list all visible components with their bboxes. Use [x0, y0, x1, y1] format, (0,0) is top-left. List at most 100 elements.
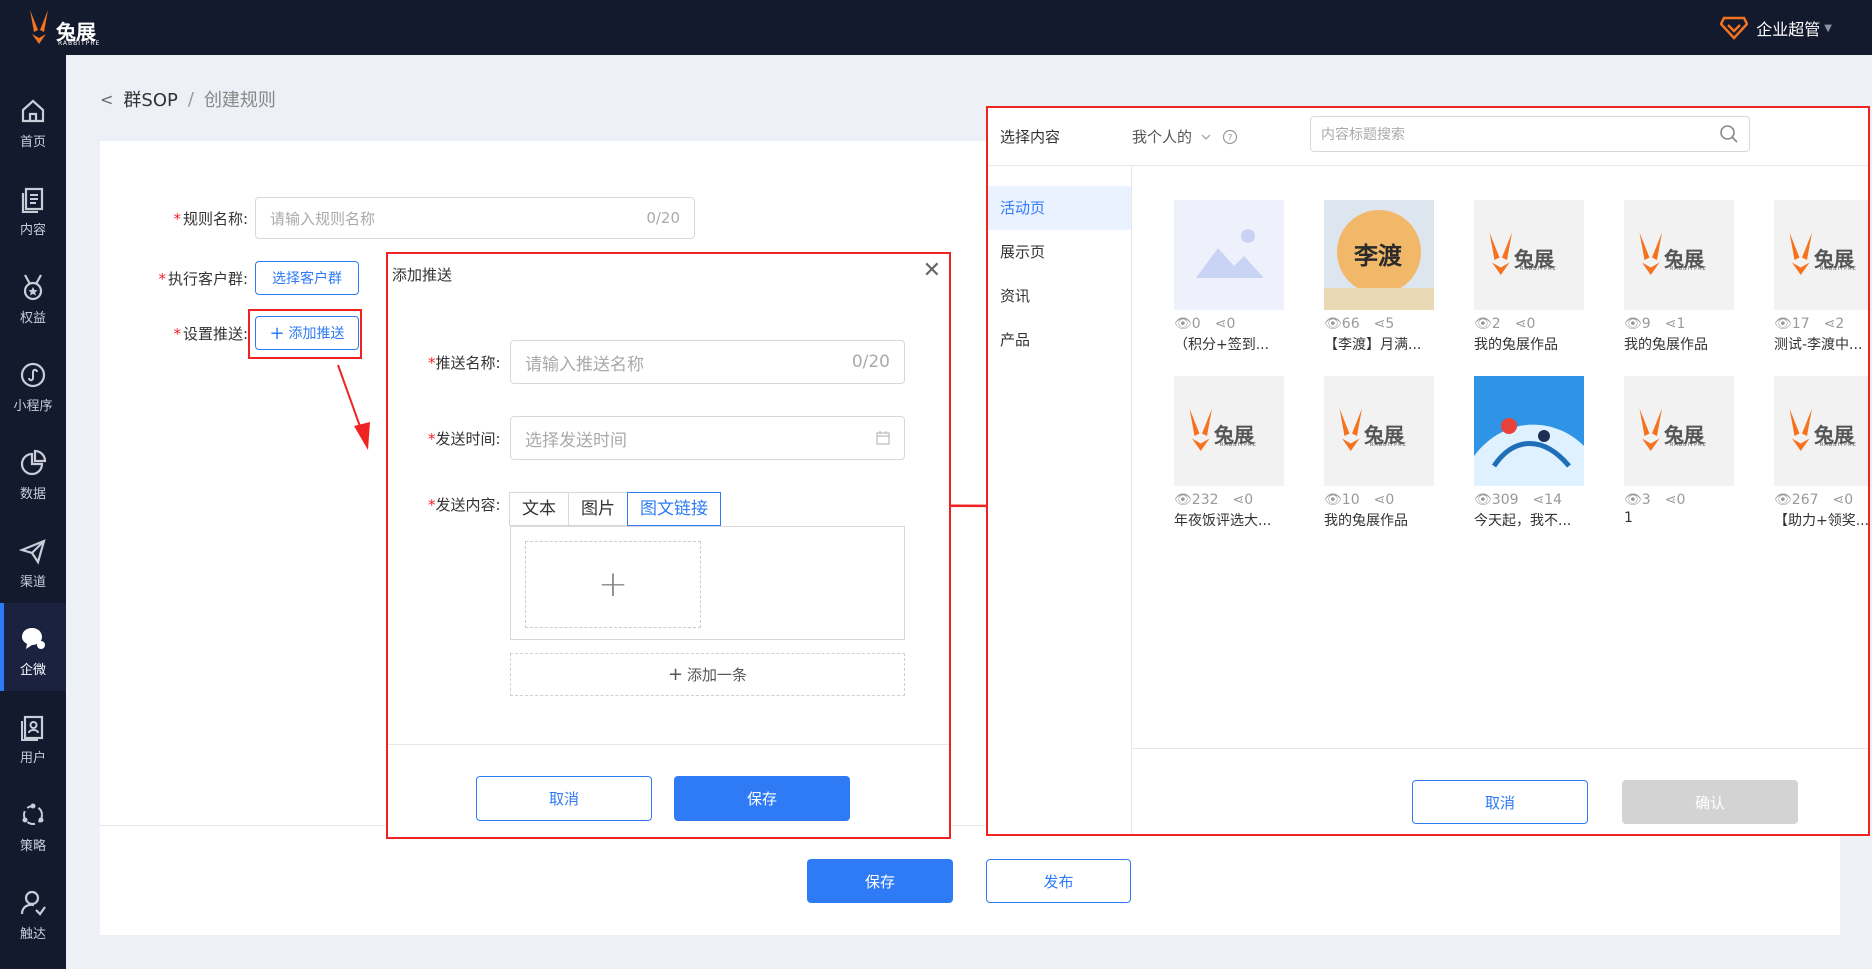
thumbnail-caption: 李渡 [1354, 241, 1402, 270]
add-one-label: 添加一条 [687, 666, 748, 684]
content-card[interactable]: 兔展 RABBITPRE 👁 2 ⋖ 0 我的兔展作品 [1474, 200, 1604, 354]
plus-icon: + [667, 664, 684, 685]
back-chevron-icon[interactable]: < [100, 90, 113, 109]
share-count: ⋖ 5 [1373, 316, 1395, 332]
annotation-highlight-box [248, 309, 362, 359]
diamond-icon [1720, 16, 1749, 40]
sidebar-item-content[interactable]: 内容 [0, 163, 66, 251]
tab-text[interactable]: 文本 [509, 492, 569, 526]
view-count: 👁 17 [1774, 316, 1810, 332]
sidebar-item-label: 内容 [19, 223, 46, 238]
view-count: 👁 66 [1324, 316, 1360, 332]
tab-image-text-link[interactable]: 图文链接 [627, 492, 721, 526]
sidebar-item-label: 策略 [19, 839, 46, 854]
view-count: 👁 232 [1174, 492, 1219, 508]
share-count: ⋖ 1 [1664, 316, 1686, 332]
share-count: ⋖ 0 [1664, 492, 1686, 508]
content-title: 今天起，我不... [1474, 513, 1572, 529]
view-count: 👁 309 [1474, 492, 1519, 508]
send-time-picker[interactable]: 选择发送时间 [510, 416, 905, 460]
rule-name-input[interactable]: 请输入规则名称 0/20 [255, 197, 695, 239]
sidebar-item-strategy[interactable]: 策略 [0, 779, 66, 867]
save-rule-button[interactable]: 保存 [807, 859, 953, 903]
owner-filter-dropdown[interactable]: 我个人的 ? [1132, 126, 1238, 147]
cancel-button[interactable]: 取消 [476, 776, 652, 821]
share-icon: ⋖ [1373, 316, 1386, 332]
eye-icon: 👁 [1774, 492, 1792, 508]
content-card[interactable]: 兔展 RABBITPRE 👁 232 ⋖ 0 年夜饭评选大... [1174, 376, 1304, 530]
content-type-tabs: 文本 图片 图文链接 [509, 492, 721, 526]
content-card[interactable]: 兔展 RABBITPRE 👁 10 ⋖ 0 我的兔展作品 [1324, 376, 1454, 530]
breadcrumb-parent[interactable]: 群SOP [123, 86, 177, 112]
cancel-button[interactable]: 取消 [1412, 780, 1588, 824]
share-count: ⋖ 0 [1214, 316, 1236, 332]
category-news[interactable]: 资讯 [988, 274, 1131, 318]
publish-button[interactable]: 发布 [986, 859, 1131, 903]
content-card[interactable]: 李渡 👁 66 ⋖ 5 【李渡】月满... [1324, 200, 1454, 354]
search-icon[interactable] [1719, 124, 1739, 144]
sidebar-item-rights[interactable]: 权益 [0, 251, 66, 339]
view-count: 👁 0 [1174, 316, 1201, 332]
sidebar-item-channel[interactable]: 渠道 [0, 515, 66, 603]
share-icon: ⋖ [1823, 316, 1836, 332]
content-stats: 👁 267 ⋖ 0 [1774, 492, 1868, 508]
top-bar: 兔展 RABBITPRE 企业超管 ▼ [0, 0, 1872, 55]
content-stats: 👁 10 ⋖ 0 [1324, 492, 1454, 508]
eye-icon: 👁 [1624, 316, 1642, 332]
content-stats: 👁 309 ⋖ 14 [1474, 492, 1604, 508]
content-card[interactable]: 兔展 RABBITPRE 👁 17 ⋖ 2 测试-李渡中... [1774, 200, 1868, 354]
strategy-icon [22, 803, 44, 825]
add-one-button[interactable]: + 添加一条 [510, 653, 905, 696]
calendar-icon [876, 431, 890, 445]
add-push-dialog: 添加推送 ✕ *推送名称: 请输入推送名称 0/20 *发送时间: 选择发送时间… [386, 252, 951, 839]
pie-chart-icon [20, 449, 47, 476]
breadcrumb-current: 创建规则 [203, 90, 276, 111]
close-icon[interactable]: ✕ [923, 258, 941, 283]
save-button[interactable]: 保存 [674, 776, 850, 821]
sidebar-item-reach[interactable]: 触达 [0, 867, 66, 955]
share-icon: ⋖ [1232, 492, 1245, 508]
sidebar-item-label: 用户 [19, 751, 46, 766]
eye-icon: 👁 [1174, 316, 1192, 332]
content-thumbnail: 兔展 RABBITPRE [1774, 376, 1868, 486]
confirm-button[interactable]: 确认 [1622, 780, 1798, 824]
dialog-footer-divider [1132, 748, 1868, 749]
tab-image[interactable]: 图片 [568, 492, 628, 526]
content-card[interactable]: 👁 309 ⋖ 14 今天起，我不... [1474, 376, 1604, 530]
content-thumbnail: 兔展 RABBITPRE [1324, 376, 1434, 486]
sidebar-item-data[interactable]: 数据 [0, 427, 66, 515]
send-content-label: *发送内容: [428, 496, 501, 514]
view-count: 👁 3 [1624, 492, 1651, 508]
content-title: 我的兔展作品 [1324, 513, 1408, 529]
content-card[interactable]: 兔展 RABBITPRE 👁 267 ⋖ 0 【助力+领奖... [1774, 376, 1868, 530]
user-menu[interactable]: 企业超管 ▼ [1720, 14, 1832, 42]
category-showcase[interactable]: 展示页 [988, 230, 1131, 274]
share-count: ⋖ 0 [1373, 492, 1395, 508]
sidebar-item-home[interactable]: 首页 [0, 75, 66, 163]
sidebar-item-user[interactable]: 用户 [0, 691, 66, 779]
category-activity[interactable]: 活动页 [988, 186, 1131, 230]
sidebar-item-mini-program[interactable]: 小程序 [0, 339, 66, 427]
content-search-input[interactable]: 内容标题搜索 [1310, 116, 1750, 152]
content-card[interactable]: 兔展 RABBITPRE 👁 3 ⋖ 0 1 [1624, 376, 1754, 526]
content-title: 1 [1624, 510, 1633, 526]
help-icon[interactable]: ? [1222, 129, 1238, 145]
content-stats: 👁 2 ⋖ 0 [1474, 316, 1604, 332]
add-content-upload[interactable]: + [525, 541, 701, 628]
rule-name-placeholder: 请输入规则名称 [270, 209, 376, 228]
eye-icon: 👁 [1474, 316, 1492, 332]
dialog-title: 选择内容 [1000, 128, 1061, 146]
content-thumbnail: 兔展 RABBITPRE [1474, 200, 1584, 310]
category-product[interactable]: 产品 [988, 318, 1131, 362]
share-icon: ⋖ [1514, 316, 1527, 332]
content-card[interactable]: 兔展 RABBITPRE 👁 9 ⋖ 1 我的兔展作品 [1624, 200, 1754, 354]
select-customer-group-button[interactable]: 选择客户群 [255, 261, 359, 295]
share-icon: ⋖ [1664, 492, 1677, 508]
content-card[interactable]: 👁 0 ⋖ 0 （积分+签到... [1174, 200, 1304, 354]
brand-logo[interactable]: 兔展 RABBITPRE [26, 6, 99, 48]
sidebar-item-label: 企微 [19, 663, 46, 678]
share-count: ⋖ 14 [1532, 492, 1563, 508]
push-name-input[interactable]: 请输入推送名称 0/20 [510, 340, 905, 384]
sidebar-item-wecom[interactable]: 企微 [0, 603, 66, 691]
view-count: 👁 2 [1474, 316, 1501, 332]
